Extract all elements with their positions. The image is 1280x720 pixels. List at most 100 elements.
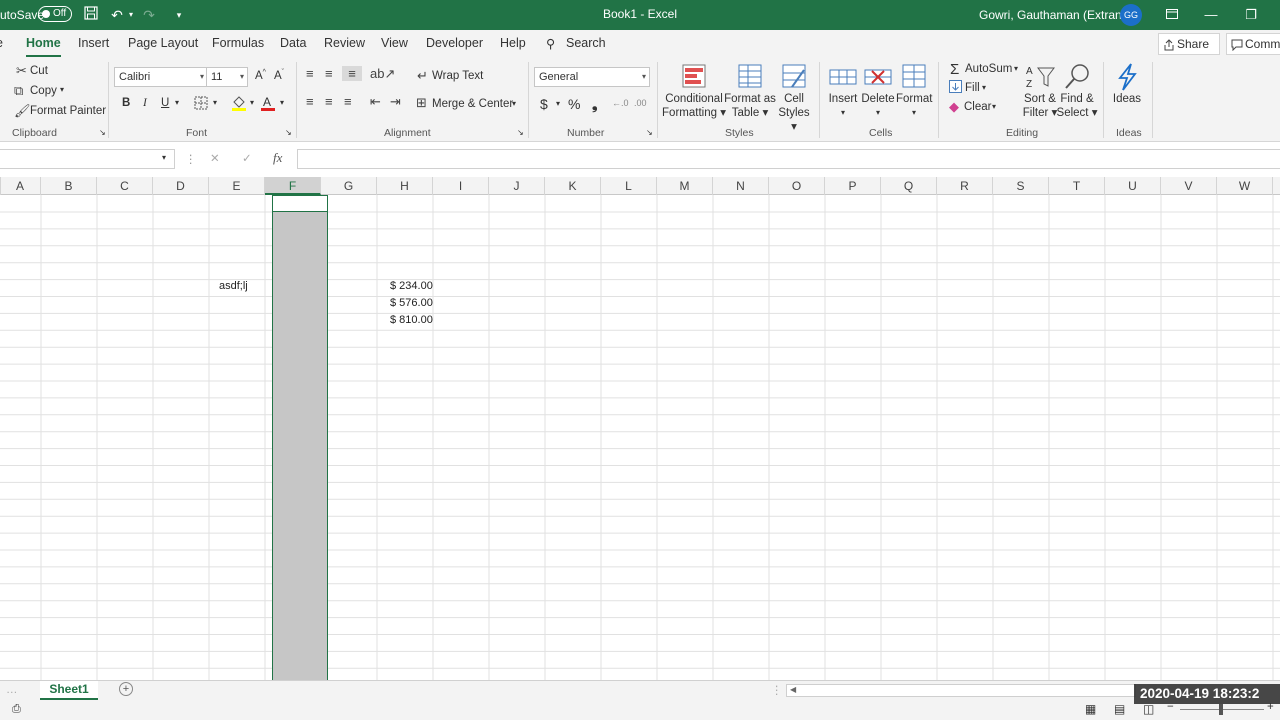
align-left-icon[interactable]: ≡ <box>306 94 314 109</box>
number-launcher-icon[interactable]: ↘ <box>646 128 653 137</box>
column-header-v[interactable]: V <box>1161 177 1217 195</box>
align-right-icon[interactable]: ≡ <box>344 94 352 109</box>
fill-color-icon[interactable] <box>231 94 247 115</box>
font-size-select[interactable]: 11 ▾ <box>206 67 248 87</box>
confirm-entry-icon[interactable]: ✓ <box>242 151 252 165</box>
column-header-n[interactable]: N <box>713 177 769 195</box>
align-middle-icon[interactable]: ≡ <box>325 66 333 81</box>
column-header-c[interactable]: C <box>97 177 153 195</box>
merge-center-icon[interactable]: ⊞ <box>416 95 427 111</box>
format-painter-button[interactable]: Format Painter <box>30 105 106 117</box>
wrap-text-button[interactable]: Wrap Text <box>432 70 483 82</box>
tab-insert[interactable]: Insert <box>78 36 109 50</box>
font-name-select[interactable]: Calibri ▾ <box>114 67 208 87</box>
column-header-h[interactable]: H <box>377 177 433 195</box>
increase-decimal-icon[interactable]: ←.0 <box>612 98 629 108</box>
font-color-icon[interactable]: A <box>260 94 276 115</box>
insert-function-icon[interactable]: fx <box>273 150 282 166</box>
cell-h7[interactable]: $ 576.00 <box>390 297 433 309</box>
column-header-s[interactable]: S <box>993 177 1049 195</box>
cut-button[interactable]: Cut <box>30 65 48 77</box>
comments-button[interactable]: Comm <box>1226 33 1280 55</box>
normal-view-icon[interactable]: ▦ <box>1085 702 1096 716</box>
autosum-dropdown-icon[interactable]: ▾ <box>1014 64 1018 73</box>
column-header-i[interactable]: I <box>433 177 489 195</box>
column-header-d[interactable]: D <box>153 177 209 195</box>
align-top-icon[interactable]: ≡ <box>306 66 314 81</box>
tab-developer[interactable]: Developer <box>426 36 483 50</box>
selected-column-f[interactable] <box>272 195 328 680</box>
active-cell-f1[interactable] <box>272 195 328 212</box>
decrease-font-icon[interactable]: Aˇ <box>274 69 284 82</box>
add-sheet-icon[interactable]: + <box>119 682 133 696</box>
tab-formulas[interactable]: Formulas <box>212 36 264 50</box>
cell-styles-button[interactable]: Cell Styles ▾ <box>774 62 814 134</box>
ribbon-display-icon[interactable] <box>1160 4 1184 26</box>
currency-dropdown-icon[interactable]: ▾ <box>556 99 560 108</box>
column-header-u[interactable]: U <box>1105 177 1161 195</box>
share-button[interactable]: Share <box>1158 33 1220 55</box>
column-header-f[interactable]: F <box>265 177 321 195</box>
customize-qat-icon[interactable]: ▾ <box>170 6 188 24</box>
redo-icon[interactable]: ↷ <box>140 6 158 24</box>
copy-dropdown-icon[interactable]: ▾ <box>60 85 64 94</box>
delete-cells-button[interactable]: Delete ▾ <box>860 62 896 120</box>
copy-icon[interactable]: ⧉ <box>14 83 23 99</box>
font-color-dropdown-icon[interactable]: ▾ <box>280 98 284 107</box>
alignment-launcher-icon[interactable]: ↘ <box>517 128 524 137</box>
increase-font-icon[interactable]: A^ <box>255 69 266 82</box>
tab-view[interactable]: View <box>381 36 408 50</box>
column-header-m[interactable]: M <box>657 177 713 195</box>
column-header-t[interactable]: T <box>1049 177 1105 195</box>
sheet-scroll-icon[interactable]: … <box>6 684 18 696</box>
column-header-b[interactable]: B <box>41 177 97 195</box>
scroll-left-icon[interactable]: ◀ <box>790 685 796 694</box>
page-break-view-icon[interactable]: ◫ <box>1143 702 1154 716</box>
ideas-button[interactable]: Ideas <box>1108 62 1146 106</box>
column-header-j[interactable]: J <box>489 177 545 195</box>
cell-e6[interactable]: asdf;lj <box>219 280 248 292</box>
tab-file[interactable]: e <box>0 36 3 50</box>
clipboard-launcher-icon[interactable]: ↘ <box>99 128 106 137</box>
column-header-k[interactable]: K <box>545 177 601 195</box>
search-icon[interactable]: ⚲ <box>546 36 555 51</box>
clear-button[interactable]: Clear <box>964 101 991 113</box>
minimize-icon[interactable]: — <box>1199 4 1223 26</box>
cut-icon[interactable]: ✂ <box>16 63 27 79</box>
page-layout-view-icon[interactable]: ▤ <box>1114 702 1125 716</box>
find-select-button[interactable]: Find & Select ▾ <box>1056 62 1098 120</box>
format-as-table-button[interactable]: Format as Table ▾ <box>724 62 776 120</box>
tab-data[interactable]: Data <box>280 36 306 50</box>
decrease-decimal-icon[interactable]: .00 <box>634 98 647 108</box>
column-header-g[interactable]: G <box>321 177 377 195</box>
fill-button[interactable]: Fill <box>965 82 980 94</box>
currency-button[interactable]: $ <box>540 96 548 112</box>
font-launcher-icon[interactable]: ↘ <box>285 128 292 137</box>
insert-cells-button[interactable]: Insert ▾ <box>826 62 860 120</box>
user-name[interactable]: Gowri, Gauthaman (Extranet) <box>979 8 1136 22</box>
search-box[interactable]: Search <box>566 36 606 50</box>
fill-icon[interactable] <box>949 80 962 96</box>
wrap-text-icon[interactable]: ↵ <box>417 68 428 84</box>
borders-icon[interactable] <box>194 96 208 113</box>
autosum-button[interactable]: AutoSum <box>965 63 1012 75</box>
cancel-entry-icon[interactable]: ✕ <box>210 151 220 165</box>
number-format-select[interactable]: General ▾ <box>534 67 650 87</box>
cell-h6[interactable]: $ 234.00 <box>390 280 433 292</box>
sort-filter-button[interactable]: AZ Sort & Filter ▾ <box>1020 62 1060 120</box>
column-header-q[interactable]: Q <box>881 177 937 195</box>
cell-h8[interactable]: $ 810.00 <box>390 314 433 326</box>
column-header-r[interactable]: R <box>937 177 993 195</box>
decrease-indent-icon[interactable]: ⇤ <box>370 94 381 110</box>
save-icon[interactable] <box>82 6 100 24</box>
align-bottom-icon[interactable]: ≡ <box>342 66 362 81</box>
horizontal-scrollbar[interactable]: ◀ <box>786 684 1136 697</box>
column-header-l[interactable]: L <box>601 177 657 195</box>
sheet-tab-sheet1[interactable]: Sheet1 <box>40 681 98 700</box>
tab-help[interactable]: Help <box>500 36 526 50</box>
zoom-slider-thumb[interactable] <box>1219 704 1223 715</box>
macro-record-icon[interactable]: ⎙ <box>12 703 21 716</box>
increase-indent-icon[interactable]: ⇥ <box>390 94 401 110</box>
merge-dropdown-icon[interactable]: ▾ <box>512 99 516 108</box>
worksheet-grid[interactable]: asdf;lj $ 234.00 $ 576.00 $ 810.00 <box>0 195 1280 680</box>
